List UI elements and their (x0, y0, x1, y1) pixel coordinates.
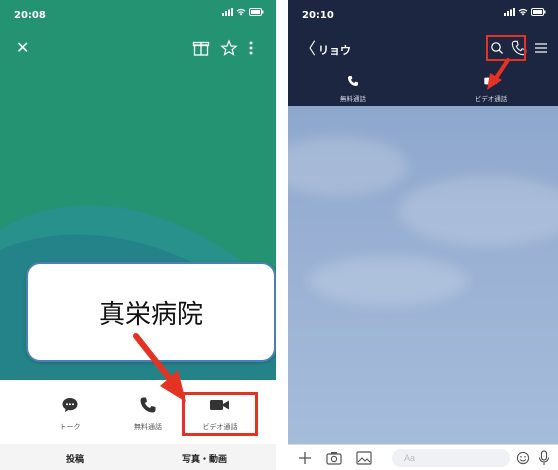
talk-label: トーク (59, 423, 81, 431)
menu-icon[interactable] (534, 42, 548, 54)
signal-icon (222, 8, 233, 16)
more-vertical-icon[interactable] (248, 38, 266, 58)
status-time: 20:08 (14, 10, 46, 21)
free-call-label: 無料通話 (340, 95, 366, 103)
chat-bubble-icon (62, 398, 78, 412)
battery-icon (249, 8, 264, 16)
chat-screen: 20:10 〈 リョウ 無料通話 ビデオ通話 Aa (288, 0, 558, 470)
status-time: 20:10 (302, 10, 334, 21)
chat-background (288, 106, 558, 444)
call-button-highlight (486, 35, 526, 61)
video-call-option[interactable]: ビデオ通話 (456, 72, 526, 103)
phone-icon (348, 76, 358, 86)
tab-photos-videos[interactable]: 写真・動画 (182, 452, 227, 465)
profile-toolbar: ✕ (0, 38, 276, 58)
profile-tabs: 投稿 写真・動画 (0, 444, 276, 470)
battery-icon (531, 8, 546, 16)
free-call-button[interactable]: 無料通話 (118, 396, 178, 432)
profile-screen: 20:08 ✕ 真栄病院 トーク 無料通話 ビデオ通話 投稿 写真・動画 (0, 0, 276, 470)
microphone-icon[interactable] (538, 450, 550, 466)
camera-icon[interactable] (326, 451, 342, 465)
free-call-option[interactable]: 無料通話 (318, 72, 388, 103)
signal-icon (504, 8, 515, 16)
message-input-bar: Aa (288, 444, 558, 470)
free-call-label: 無料通話 (134, 423, 162, 431)
wifi-icon (236, 8, 246, 16)
chat-name: リョウ (318, 44, 351, 57)
wifi-icon (518, 8, 528, 16)
video-camera-icon (484, 77, 497, 85)
tab-posts[interactable]: 投稿 (66, 452, 84, 465)
back-chevron-icon[interactable]: 〈 (300, 40, 316, 58)
star-icon[interactable] (220, 38, 238, 58)
hospital-name-callout: 真栄病院 (26, 262, 276, 362)
callout-text: 真栄病院 (98, 300, 203, 330)
phone-icon (140, 397, 156, 413)
video-call-label: ビデオ通話 (474, 95, 508, 103)
gift-icon[interactable] (192, 38, 210, 58)
message-input[interactable]: Aa (392, 449, 510, 467)
talk-button[interactable]: トーク (40, 396, 100, 432)
plus-icon[interactable] (298, 451, 312, 465)
emoji-icon[interactable] (516, 451, 530, 465)
image-icon[interactable] (356, 451, 372, 465)
status-bar: 20:08 (0, 8, 276, 24)
close-icon[interactable]: ✕ (16, 38, 29, 58)
status-bar: 20:10 (288, 8, 558, 24)
video-call-highlight (182, 392, 258, 436)
